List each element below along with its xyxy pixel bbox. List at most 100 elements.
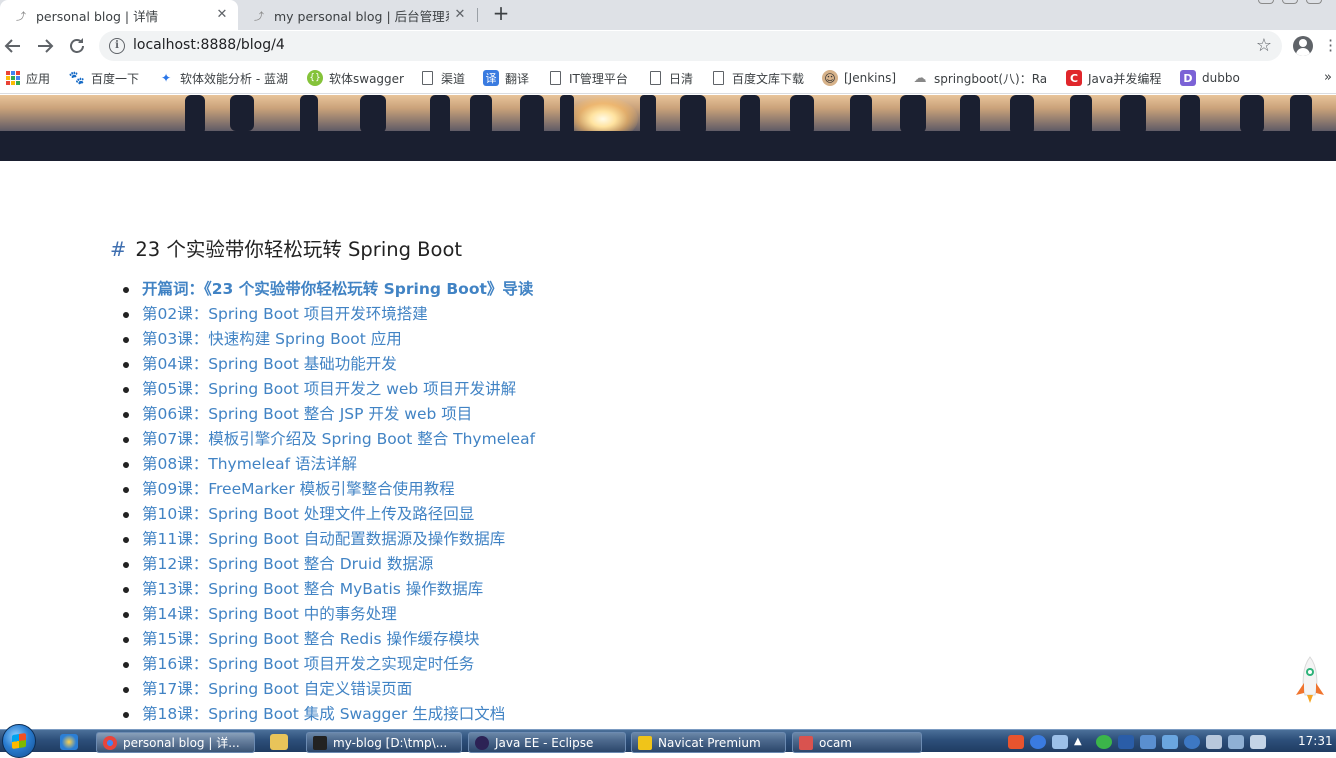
bookmark-it-platform[interactable]: IT管理平台	[550, 69, 628, 87]
url-text[interactable]: localhost:8888/blog/4	[133, 37, 285, 53]
lesson-link-09[interactable]: 第09课：FreeMarker 模板引擎整合使用教程	[120, 477, 535, 502]
bookmark-label: 渠道	[441, 71, 466, 86]
eclipse-icon	[475, 735, 489, 750]
taskbar-item-navicat[interactable]: Navicat Premium	[631, 732, 786, 753]
menu-dots-icon[interactable]: · · ·	[1328, 33, 1333, 59]
apps-grid-icon	[6, 71, 20, 85]
system-clock[interactable]: 17:31	[1298, 734, 1333, 748]
lesson-link-13[interactable]: 第13课：Spring Boot 整合 MyBatis 操作数据库	[120, 577, 535, 602]
bookmark-label: dubbo	[1202, 71, 1240, 85]
network-icon[interactable]	[1162, 735, 1178, 749]
lanhu-icon: ✦	[160, 71, 172, 85]
chrome-icon	[103, 735, 117, 750]
taskbar-item-label: my-blog [D:\tmp\...	[333, 735, 448, 750]
lesson-link-15[interactable]: 第15课：Spring Boot 整合 Redis 操作缓存模块	[120, 627, 535, 652]
lesson-link-10[interactable]: 第10课：Spring Boot 处理文件上传及路径回显	[120, 502, 535, 527]
silhouettes-image	[0, 95, 1336, 161]
site-info-icon[interactable]: i	[109, 38, 125, 54]
page-icon	[650, 71, 661, 85]
lesson-link-16[interactable]: 第16课：Spring Boot 项目开发之实现定时任务	[120, 652, 535, 677]
taskbar-item-label: personal blog | 详...	[123, 736, 240, 750]
page-loading-icon: ⤴	[16, 11, 26, 23]
show-hidden-icons-arrow[interactable]: ▲	[1074, 735, 1090, 749]
lesson-link-12[interactable]: 第12课：Spring Boot 整合 Druid 数据源	[120, 552, 535, 577]
lesson-link-18[interactable]: 第18课：Spring Boot 集成 Swagger 生成接口文档	[120, 702, 535, 727]
lesson-link-08[interactable]: 第08课：Thymeleaf 语法详解	[120, 452, 535, 477]
bookmark-qudao[interactable]: 渠道	[422, 69, 465, 87]
close-tab-icon[interactable]: ✕	[214, 7, 230, 23]
taskbar-item-eclipse[interactable]: Java EE - Eclipse	[468, 732, 626, 753]
navicat-icon	[638, 735, 652, 750]
bookmark-lanhu[interactable]: ✦ 软体效能分析 - 蓝湖	[158, 69, 288, 87]
bookmarks-bar: 应用 🐾 百度一下 ✦ 软体效能分析 - 蓝湖 {} 软体swagger 渠道 …	[0, 62, 1336, 94]
lesson-link-06[interactable]: 第06课：Spring Boot 整合 JSP 开发 web 项目	[120, 402, 535, 427]
sogou-ime-icon[interactable]	[1008, 735, 1024, 749]
bookmark-java-concurrency[interactable]: C Java并发编程	[1066, 69, 1161, 87]
close-tab-icon[interactable]: ✕	[452, 7, 468, 23]
start-button-windows-icon[interactable]	[2, 724, 36, 758]
bookmark-label: 百度文库下载	[732, 71, 805, 86]
tab-personal-blog-detail[interactable]: ⤴ personal blog | 详情 ✕	[0, 0, 238, 30]
taskbar-item-ocam[interactable]: ocam	[792, 732, 922, 753]
minimize-button[interactable]	[1258, 0, 1274, 4]
signal-bars-icon[interactable]	[1228, 735, 1244, 749]
tab-title: my personal blog | 后台管理系	[274, 8, 449, 24]
bookmark-jenkins[interactable]: ☺ [Jenkins]	[822, 69, 896, 87]
bookmark-swagger[interactable]: {} 软体swagger	[307, 69, 404, 87]
taskbar-item-label: ocam	[819, 735, 852, 750]
article-title-text: 23 个实验带你轻松玩转 Spring Boot	[135, 238, 463, 261]
taskbar-item-intellij[interactable]: my-blog [D:\tmp\...	[306, 732, 462, 753]
help-icon[interactable]	[1030, 735, 1046, 749]
restore-button[interactable]	[1282, 0, 1298, 4]
lesson-link-00[interactable]: 开篇词：《23 个实验带你轻松玩转 Spring Boot》导读	[120, 277, 535, 302]
bookmark-label: 软体效能分析 - 蓝湖	[180, 71, 288, 86]
clipboard-icon[interactable]	[1206, 735, 1222, 749]
bookmark-springboot[interactable]: ☁ springboot(八)：Ra	[912, 69, 1048, 87]
bookmark-dubbo[interactable]: D dubbo	[1180, 69, 1240, 87]
tab-title: personal blog | 详情	[36, 8, 159, 24]
hero-banner-image	[0, 95, 1336, 161]
app-tray-icon[interactable]	[1184, 735, 1200, 749]
wechat-icon[interactable]	[1096, 735, 1112, 749]
browser-tab-strip: ⤴ personal blog | 详情 ✕ ⤴ my personal blo…	[0, 0, 1336, 30]
tab-separator	[477, 8, 478, 22]
close-window-button[interactable]	[1306, 0, 1322, 4]
forward-arrow-icon[interactable]	[33, 34, 57, 58]
lesson-link-07[interactable]: 第07课：模板引擎介绍及 Spring Boot 整合 Thymeleaf	[120, 427, 535, 452]
lesson-link-17[interactable]: 第17课：Spring Boot 自定义错误页面	[120, 677, 535, 702]
bookmark-baidu[interactable]: 🐾 百度一下	[69, 69, 139, 87]
bluetooth-icon[interactable]	[1118, 735, 1134, 749]
reload-icon[interactable]	[65, 34, 89, 58]
bookmark-apps[interactable]: 应用	[6, 69, 50, 87]
new-tab-button[interactable]: +	[490, 2, 512, 24]
back-to-top-rocket-icon[interactable]	[1290, 655, 1330, 707]
lesson-link-14[interactable]: 第14课：Spring Boot 中的事务处理	[120, 602, 535, 627]
browser-toolbar: i localhost:8888/blog/4 ☆ · · ·	[0, 30, 1336, 62]
jenkins-icon: ☺	[822, 70, 838, 86]
lesson-link-11[interactable]: 第11课：Spring Boot 自动配置数据源及操作数据库	[120, 527, 535, 552]
window-controls	[1258, 0, 1322, 4]
dubbo-icon: D	[1180, 70, 1196, 86]
profile-avatar-icon[interactable]	[1293, 36, 1313, 56]
lesson-link-05[interactable]: 第05课：Spring Boot 项目开发之 web 项目开发讲解	[120, 377, 535, 402]
bookmark-baidu-wenku[interactable]: 百度文库下载	[713, 69, 804, 87]
taskbar-item-chrome[interactable]: personal blog | 详...	[96, 732, 255, 753]
volume-icon[interactable]	[1250, 735, 1266, 749]
keyboard-icon[interactable]	[1052, 735, 1068, 749]
csdn-icon: C	[1066, 70, 1082, 86]
lesson-link-03[interactable]: 第03课：快速构建 Spring Boot 应用	[120, 327, 535, 352]
lesson-link-02[interactable]: 第02课：Spring Boot 项目开发环境搭建	[120, 302, 535, 327]
lesson-link-04[interactable]: 第04课：Spring Boot 基础功能开发	[120, 352, 535, 377]
bookmarks-more-icon[interactable]: »	[1324, 70, 1332, 85]
bookmark-riqing[interactable]: 日清	[650, 69, 693, 87]
file-explorer-icon[interactable]	[270, 734, 288, 750]
bookmark-translate[interactable]: 译 翻译	[483, 69, 529, 87]
ie-browser-icon[interactable]	[60, 734, 78, 750]
address-bar[interactable]: i localhost:8888/blog/4 ☆	[99, 31, 1282, 61]
tab-admin-panel[interactable]: ⤴ my personal blog | 后台管理系 ✕	[238, 0, 476, 30]
security-shield-icon[interactable]	[1140, 735, 1156, 749]
back-arrow-icon[interactable]	[1, 34, 25, 58]
taskbar-item-label: Navicat Premium	[658, 735, 761, 750]
bookmark-star-icon[interactable]: ☆	[1256, 35, 1272, 56]
heading-anchor-hash[interactable]: #	[110, 238, 126, 261]
